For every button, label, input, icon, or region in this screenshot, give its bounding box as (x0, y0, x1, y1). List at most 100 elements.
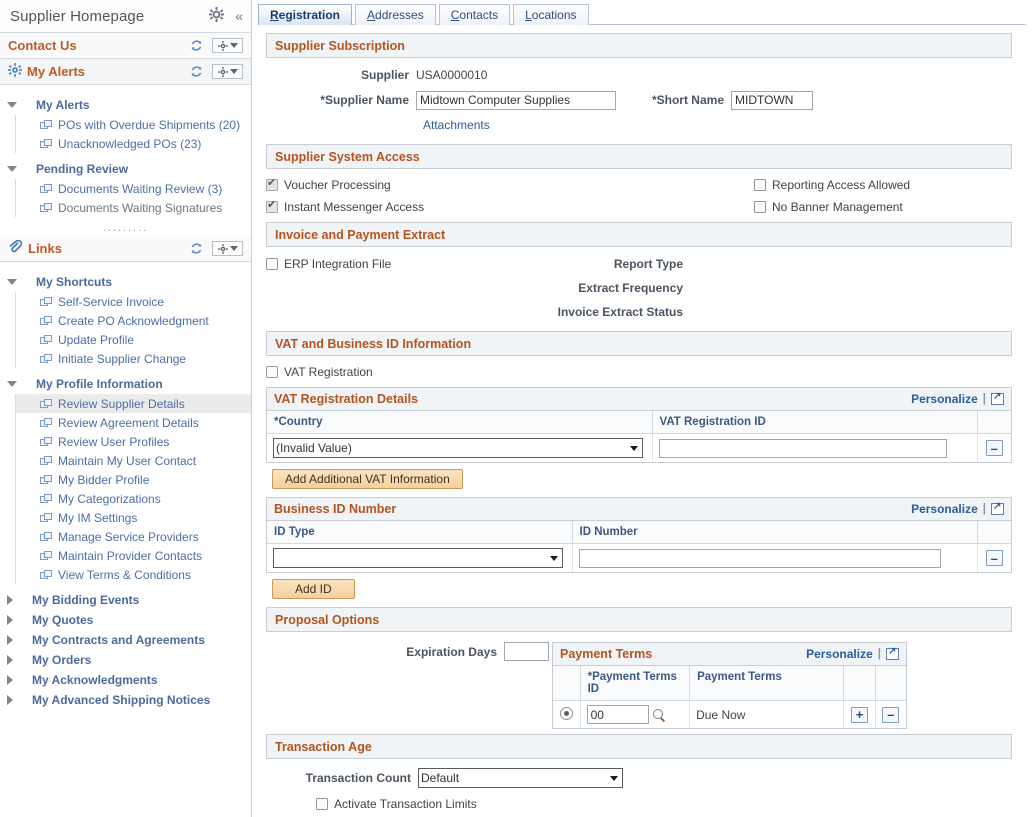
voucher-processing-checkbox[interactable] (266, 177, 278, 191)
tree-group-my-orders[interactable]: My Orders (0, 650, 251, 670)
triangle-right-icon[interactable] (7, 615, 13, 625)
vat-registration-checkbox[interactable] (266, 366, 278, 378)
sidebar-item-maintain-my-user-contact[interactable]: Maintain My User Contact (16, 451, 251, 470)
pagelet-resize-handle[interactable]: ......... (0, 217, 251, 236)
short-name-input[interactable] (731, 90, 813, 110)
section-header-supplier-subscription: Supplier Subscription (266, 33, 1012, 58)
tree-group-my-quotes[interactable]: My Quotes (0, 610, 251, 630)
tree-group-my-profile-information[interactable]: My Profile Information (0, 374, 251, 394)
tree-group-my-advanced-shipping-notices[interactable]: My Advanced Shipping Notices (0, 690, 251, 710)
column-header-line1: *Payment Terms (587, 671, 677, 683)
triangle-down-icon[interactable] (7, 381, 17, 387)
tab-registration[interactable]: Registration (258, 4, 353, 25)
list-item[interactable]: Documents Waiting Signatures (16, 198, 251, 217)
tab-contacts[interactable]: Contacts (438, 4, 511, 25)
delete-row-button[interactable]: – (882, 706, 900, 723)
search-lookup-icon[interactable] (652, 708, 666, 722)
section-header-invoice-and-payment-extract: Invoice and Payment Extract (266, 222, 1012, 247)
supplier-name-label: *Supplier Name (320, 93, 409, 107)
id-number-input[interactable] (578, 548, 941, 568)
sidebar-item-manage-service-providers[interactable]: Manage Service Providers (16, 527, 251, 546)
id-type-select[interactable] (273, 548, 563, 568)
row-select-radio[interactable] (559, 706, 573, 720)
chevron-down-icon (610, 776, 618, 781)
personalize-link[interactable]: Personalize (806, 647, 873, 661)
pagelet-header-contact-us[interactable]: Contact Us (0, 33, 251, 59)
extract-frequency-row: Extract Frequency (538, 277, 690, 299)
sidebar-item-my-bidder-profile[interactable]: My Bidder Profile (16, 470, 251, 489)
sidebar-item-review-user-profiles[interactable]: Review User Profiles (16, 432, 251, 451)
sidebar-item-my-categorizations[interactable]: My Categorizations (16, 489, 251, 508)
triangle-right-icon[interactable] (7, 595, 13, 605)
country-select[interactable]: (Invalid Value) (273, 438, 643, 458)
list-item[interactable]: Documents Waiting Review (3) (16, 179, 251, 198)
sidebar-item-review-supplier-details[interactable]: Review Supplier Details (16, 394, 251, 413)
supplier-name-input[interactable] (416, 90, 616, 110)
cell-select (553, 700, 581, 728)
sidebar-item-my-im-settings[interactable]: My IM Settings (16, 508, 251, 527)
no-banner-management-checkbox[interactable] (754, 201, 766, 213)
grid-toolbar: Personalize | (911, 391, 1004, 406)
triangle-right-icon[interactable] (7, 695, 13, 705)
vat-registration-id-input[interactable] (658, 438, 947, 458)
system-access-body: Voucher Processing Instant Messenger Acc… (266, 169, 1012, 222)
sidebar-item-maintain-provider-contacts[interactable]: Maintain Provider Contacts (16, 546, 251, 565)
tab-locations[interactable]: Locations (513, 4, 589, 25)
erp-integration-file-checkbox[interactable] (266, 258, 278, 270)
sidebar-item-review-agreement-details[interactable]: Review Agreement Details (16, 413, 251, 432)
sidebar-item-update-profile[interactable]: Update Profile (16, 330, 251, 349)
refresh-icon[interactable] (190, 39, 203, 52)
list-item[interactable]: Unacknowledged POs (23) (16, 134, 251, 153)
tree-group-my-alerts[interactable]: My Alerts (0, 95, 251, 115)
sidebar-item-create-po-acknowledgment[interactable]: Create PO Acknowledgment (16, 311, 251, 330)
supplier-name-row: *Supplier Name *Short Name (266, 89, 1012, 111)
instant-messenger-access-checkbox[interactable] (266, 199, 278, 213)
tab-bar: Registration Addresses Contacts Location… (258, 3, 1036, 25)
delete-row-button[interactable]: – (985, 440, 1003, 456)
list-item[interactable]: POs with Overdue Shipments (20) (16, 115, 251, 134)
sidebar-item-view-terms-conditions[interactable]: View Terms & Conditions (16, 565, 251, 584)
sidebar-item-self-service-invoice[interactable]: Self-Service Invoice (16, 292, 251, 311)
add-additional-vat-information-button[interactable]: Add Additional VAT Information (272, 469, 463, 489)
pagelet-header-my-alerts[interactable]: My Alerts (0, 59, 251, 85)
window-icon (40, 334, 52, 345)
triangle-down-icon[interactable] (7, 279, 17, 285)
report-type-row: Report Type (538, 253, 690, 275)
gear-dropdown-icon[interactable] (212, 241, 243, 256)
tree-group-my-contracts-and-agreements[interactable]: My Contracts and Agreements (0, 630, 251, 650)
attachments-link[interactable]: Attachments (423, 118, 490, 132)
sidebar-item-label: Initiate Supplier Change (58, 351, 187, 366)
refresh-icon[interactable] (190, 242, 203, 255)
tree-group-my-bidding-events[interactable]: My Bidding Events (0, 590, 251, 610)
expand-window-icon[interactable] (886, 646, 899, 660)
gear-dropdown-icon[interactable] (212, 64, 243, 79)
tree-group-my-acknowledgments[interactable]: My Acknowledgments (0, 670, 251, 690)
reporting-access-allowed-checkbox[interactable] (754, 179, 766, 191)
sidebar-header: Supplier Homepage « (0, 0, 251, 33)
gear-dropdown-icon[interactable] (212, 38, 243, 53)
personalize-link[interactable]: Personalize (911, 502, 978, 516)
expand-window-icon[interactable] (991, 391, 1004, 405)
triangle-right-icon[interactable] (7, 675, 13, 685)
activate-transaction-limits-checkbox[interactable] (316, 798, 328, 810)
triangle-down-icon[interactable] (7, 166, 17, 172)
collapse-left-icon[interactable]: « (235, 9, 243, 23)
triangle-down-icon[interactable] (7, 102, 17, 108)
expand-window-icon[interactable] (991, 501, 1004, 515)
payment-terms-id-input[interactable] (586, 705, 649, 724)
tree-group-my-shortcuts[interactable]: My Shortcuts (0, 272, 251, 292)
add-row-button[interactable]: + (851, 706, 869, 723)
transaction-count-select[interactable]: Default (418, 768, 623, 788)
refresh-icon[interactable] (190, 65, 203, 78)
pagelet-header-links[interactable]: Links (0, 236, 251, 262)
gear-icon[interactable] (209, 7, 225, 25)
tree-group-pending-review[interactable]: Pending Review (0, 159, 251, 179)
triangle-right-icon[interactable] (7, 635, 13, 645)
expiration-days-input[interactable] (504, 642, 549, 661)
add-id-button[interactable]: Add ID (272, 579, 355, 599)
delete-row-button[interactable]: – (985, 550, 1003, 566)
triangle-right-icon[interactable] (7, 655, 13, 665)
tab-addresses[interactable]: Addresses (355, 4, 436, 25)
personalize-link[interactable]: Personalize (911, 392, 978, 406)
sidebar-item-initiate-supplier-change[interactable]: Initiate Supplier Change (16, 349, 251, 368)
